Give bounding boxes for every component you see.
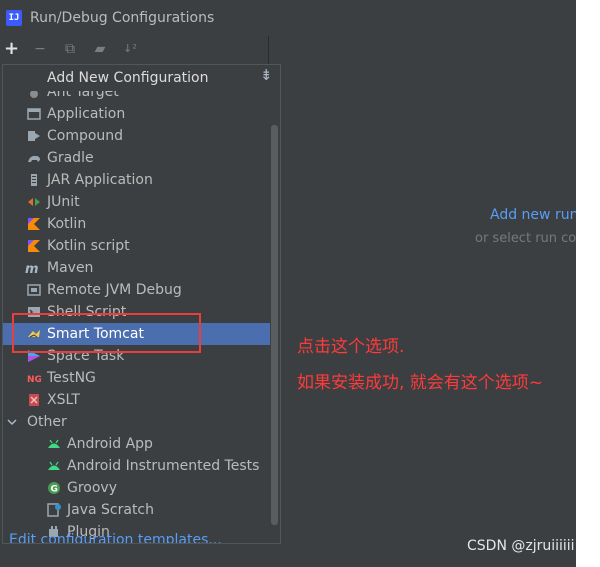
popup-header: Add New Configuration ⇟ bbox=[3, 65, 280, 91]
list-item-junit[interactable]: JUnit bbox=[3, 191, 270, 213]
list-scrollbar[interactable] bbox=[271, 125, 278, 525]
configuration-detail-panel: Add new run or select run co bbox=[269, 36, 576, 543]
svg-text:m: m bbox=[25, 262, 39, 275]
toolbar: + − ⧉ ▰ ↓² bbox=[0, 38, 268, 62]
list-item-application[interactable]: Application bbox=[3, 103, 270, 125]
title-bar: IJ Run/Debug Configurations bbox=[0, 0, 576, 36]
list-item-label: Android App bbox=[67, 436, 153, 452]
list-item-label: JAR Application bbox=[47, 172, 153, 188]
list-item-label: Ant Target bbox=[47, 91, 119, 100]
list-item-label: XSLT bbox=[47, 392, 80, 408]
list-item-label: Kotlin script bbox=[47, 238, 130, 254]
svg-text:G: G bbox=[51, 485, 58, 495]
application-icon bbox=[27, 108, 41, 120]
kotlin-script-icon bbox=[28, 240, 40, 252]
list-item-label: Java Scratch bbox=[67, 502, 155, 518]
list-item-compound[interactable]: Compound bbox=[3, 125, 270, 147]
list-item-jar-application[interactable]: JAR Application bbox=[3, 169, 270, 191]
list-item-label: Gradle bbox=[47, 150, 94, 166]
list-item-label: TestNG bbox=[47, 370, 96, 386]
list-item-testng[interactable]: NG TestNG bbox=[3, 367, 270, 389]
list-item-label: Compound bbox=[47, 128, 124, 144]
list-item-groovy[interactable]: G Groovy bbox=[3, 477, 270, 499]
list-item-java-scratch[interactable]: Java Scratch bbox=[3, 499, 270, 521]
remove-configuration-button[interactable]: − bbox=[34, 38, 46, 60]
window-title: Run/Debug Configurations bbox=[30, 10, 215, 26]
kotlin-icon bbox=[28, 218, 40, 230]
xslt-icon bbox=[29, 394, 39, 406]
list-item-ant-target[interactable]: Ant Target bbox=[3, 91, 270, 103]
edit-configuration-templates-link[interactable]: Edit configuration templates... bbox=[9, 532, 222, 543]
android-icon bbox=[48, 439, 60, 448]
highlight-box bbox=[12, 313, 201, 353]
ant-icon bbox=[30, 91, 38, 98]
list-item-kotlin[interactable]: Kotlin bbox=[3, 213, 270, 235]
groovy-icon: G bbox=[48, 482, 60, 495]
group-label: Other bbox=[27, 414, 67, 430]
list-item-label: Application bbox=[47, 106, 126, 122]
annotation-line-2: 如果安装成功, 就会有这个选项~ bbox=[297, 373, 544, 393]
list-item-label: JUnit bbox=[47, 194, 80, 210]
android-tests-icon bbox=[48, 461, 60, 470]
list-item-remote-jvm-debug[interactable]: Remote JVM Debug bbox=[3, 279, 270, 301]
folder-button[interactable]: ▰ bbox=[92, 38, 108, 60]
svg-text:NG: NG bbox=[27, 375, 41, 385]
run-debug-dialog: IJ Run/Debug Configurations + − ⧉ ▰ ↓² A… bbox=[0, 0, 576, 567]
copy-configuration-button[interactable]: ⧉ bbox=[62, 38, 78, 60]
remote-debug-icon bbox=[27, 284, 41, 296]
list-item-label: Android Instrumented Tests bbox=[67, 458, 260, 474]
gradle-icon bbox=[28, 155, 40, 162]
list-item-xslt[interactable]: XSLT bbox=[3, 389, 270, 411]
add-configuration-button[interactable]: + bbox=[4, 38, 19, 60]
maven-icon: m bbox=[25, 262, 39, 275]
group-other[interactable]: Other bbox=[3, 411, 270, 433]
collapse-all-icon[interactable]: ⇟ bbox=[260, 66, 273, 84]
testng-icon: NG bbox=[27, 372, 41, 385]
list-item-gradle[interactable]: Gradle bbox=[3, 147, 270, 169]
list-item-android-instrumented-tests[interactable]: Android Instrumented Tests bbox=[3, 455, 270, 477]
list-item-maven[interactable]: m Maven bbox=[3, 257, 270, 279]
annotation-line-1: 点击这个选项. bbox=[297, 337, 405, 357]
sort-button[interactable]: ↓² bbox=[122, 38, 138, 60]
select-run-hint: or select run co bbox=[475, 231, 576, 246]
list-item-label: Kotlin bbox=[47, 216, 87, 232]
watermark: CSDN @zjruiiiiii bbox=[467, 538, 575, 554]
junit-icon bbox=[28, 198, 40, 206]
list-item-kotlin-script[interactable]: Kotlin script bbox=[3, 235, 270, 257]
list-item-android-app[interactable]: Android App bbox=[3, 433, 270, 455]
popup-title: Add New Configuration bbox=[47, 70, 209, 86]
add-new-run-link[interactable]: Add new run bbox=[490, 207, 576, 223]
list-item-label: Groovy bbox=[67, 480, 117, 496]
chevron-down-icon[interactable] bbox=[7, 417, 17, 427]
compound-icon bbox=[28, 131, 40, 141]
list-item-label: Maven bbox=[47, 260, 94, 276]
add-new-configuration-popup: Add New Configuration ⇟ Ant Target Appli… bbox=[2, 64, 281, 544]
intellij-icon: IJ bbox=[6, 10, 22, 26]
jar-icon bbox=[31, 174, 37, 186]
list-item-label: Remote JVM Debug bbox=[47, 282, 182, 298]
java-scratch-icon bbox=[47, 503, 61, 517]
